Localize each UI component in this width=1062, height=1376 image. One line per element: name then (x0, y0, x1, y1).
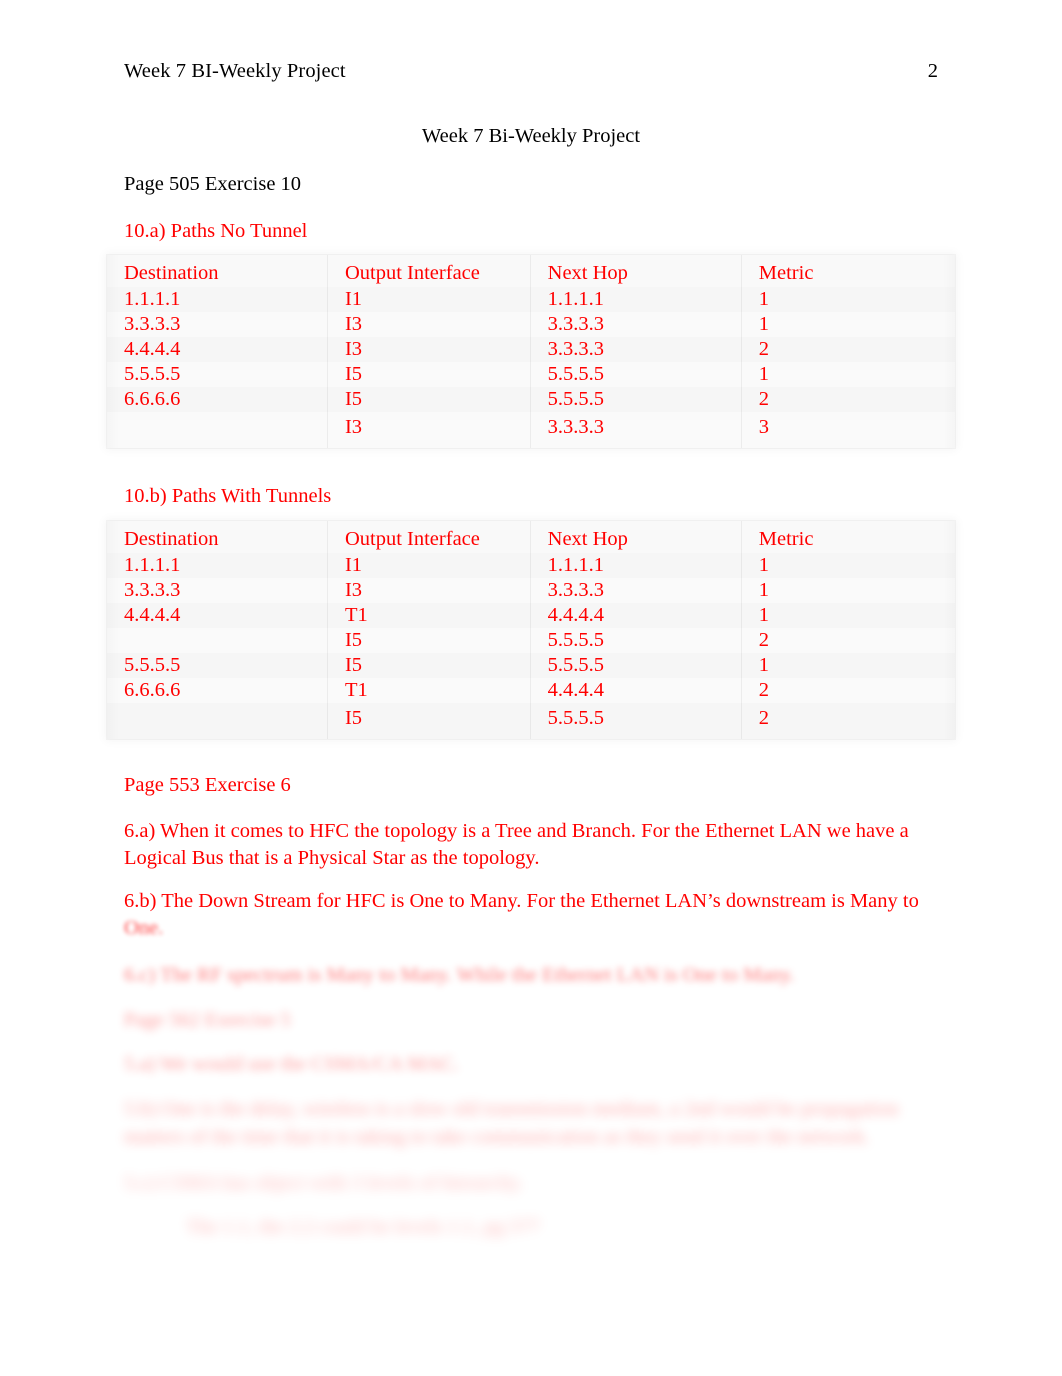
cell-destination (107, 703, 328, 739)
table-paths-no-tunnel: Destination Output Interface Next Hop Me… (107, 255, 955, 448)
table-row: 6.6.6.6 I5 5.5.5.5 2 (107, 387, 955, 412)
cell-next-hop: 5.5.5.5 (530, 703, 742, 739)
cell-next-hop: 3.3.3.3 (530, 337, 742, 362)
cell-next-hop: 1.1.1.1 (530, 287, 742, 312)
cell-next-hop: 1.1.1.1 (530, 553, 742, 578)
table-row: I5 5.5.5.5 2 (107, 628, 955, 653)
table-row: I3 3.3.3.3 3 (107, 412, 955, 448)
obscured-line-1: 6.c) The RF spectrum is Many to Many. Wh… (124, 964, 795, 986)
cell-output-interface: I5 (327, 628, 531, 653)
document-page: Week 7 BI-Weekly Project 2 Week 7 Bi-Wee… (0, 0, 1062, 1376)
cell-destination: 1.1.1.1 (107, 553, 328, 578)
cell-destination: 5.5.5.5 (107, 362, 328, 387)
cell-output-interface: I3 (327, 312, 531, 337)
cell-output-interface: I5 (327, 703, 531, 739)
column-header-metric: Metric (758, 261, 814, 284)
cell-destination: 4.4.4.4 (107, 337, 328, 362)
column-header-metric: Metric (758, 527, 814, 550)
cell-output-interface: I3 (327, 578, 531, 603)
cell-next-hop: 5.5.5.5 (530, 653, 742, 678)
cell-destination: 1.1.1.1 (107, 287, 328, 312)
cell-destination: 4.4.4.4 (107, 603, 328, 628)
document-title: Week 7 Bi-Weekly Project (421, 125, 641, 147)
obscured-line-6: 5.c) CSMA has object with 3 levels of hi… (124, 1172, 524, 1194)
cell-output-interface: I3 (327, 412, 531, 448)
obscured-line-3: 5.a) We would use the CSMA/CA MAC. (124, 1053, 460, 1075)
table-header-row: Destination Output Interface Next Hop Me… (107, 255, 955, 287)
table-a-wrapper: Destination Output Interface Next Hop Me… (107, 255, 955, 448)
cell-next-hop: 3.3.3.3 (530, 412, 742, 448)
obscured-line-2: Page 562 Exercise 5 (124, 1009, 291, 1031)
page-number: 2 (927, 60, 938, 82)
table-row: 1.1.1.1 I1 1.1.1.1 1 (107, 287, 955, 312)
table-b-wrapper: Destination Output Interface Next Hop Me… (107, 521, 955, 739)
cell-output-interface: I3 (327, 337, 531, 362)
cell-output-interface: T1 (327, 678, 531, 703)
cell-metric: 1 (741, 653, 955, 678)
column-header-destination: Destination (107, 255, 328, 287)
column-header-output-interface: Output Interface (327, 521, 531, 553)
table-row: 5.5.5.5 I5 5.5.5.5 1 (107, 362, 955, 387)
heading-10a: 10.a) Paths No Tunnel (124, 220, 308, 242)
cell-metric: 2 (758, 679, 770, 701)
cell-metric: 2 (741, 703, 955, 739)
table-row: 3.3.3.3 I3 3.3.3.3 1 (107, 578, 955, 603)
cell-metric: 1 (741, 553, 955, 578)
heading-exercise-505: Page 505 Exercise 10 (124, 173, 302, 195)
cell-output-interface: I5 (327, 387, 531, 412)
cell-destination: 6.6.6.6 (107, 678, 328, 703)
cell-output-interface: I1 (327, 553, 531, 578)
column-header-destination: Destination (107, 521, 328, 553)
running-header: Week 7 BI-Weekly Project 2 (124, 59, 938, 84)
cell-metric: 1 (758, 579, 770, 601)
cell-next-hop: 4.4.4.4 (530, 678, 742, 703)
table-row: 3.3.3.3 I3 3.3.3.3 1 (107, 312, 955, 337)
obscured-line-5: matters of the time that it is taking to… (124, 1126, 870, 1148)
cell-output-interface: I1 (327, 287, 531, 312)
cell-next-hop: 5.5.5.5 (530, 387, 742, 412)
answer-6a: 6.a) When it comes to HFC the topology i… (124, 820, 909, 869)
cell-next-hop: 5.5.5.5 (530, 628, 742, 653)
cell-output-interface: I5 (327, 653, 531, 678)
column-header-output-interface: Output Interface (327, 255, 531, 287)
cell-metric: 2 (758, 629, 770, 651)
cell-metric: 2 (741, 387, 955, 412)
header-title: Week 7 BI-Weekly Project (124, 60, 346, 82)
cell-output-interface: T1 (327, 603, 531, 628)
cell-next-hop: 5.5.5.5 (530, 362, 742, 387)
table-row: 5.5.5.5 I5 5.5.5.5 1 (107, 653, 955, 678)
obscured-line-7: The 1.1, the 2.2 could be levels 1.1, pg… (186, 1216, 541, 1238)
column-header-next-hop: Next Hop (530, 255, 742, 287)
cell-destination (107, 412, 328, 448)
table-header-row: Destination Output Interface Next Hop Me… (107, 521, 955, 553)
cell-next-hop: 3.3.3.3 (530, 578, 742, 603)
heading-exercise-553: Page 553 Exercise 6 (124, 774, 291, 796)
cell-next-hop: 3.3.3.3 (530, 312, 742, 337)
obscured-line-4: 5.b) One is the delay, wireless is a slo… (124, 1098, 899, 1120)
table-paths-with-tunnels: Destination Output Interface Next Hop Me… (107, 521, 955, 739)
cell-destination (107, 628, 328, 653)
cell-metric: 2 (741, 337, 955, 362)
cell-destination: 3.3.3.3 (107, 312, 328, 337)
table-row: 4.4.4.4 I3 3.3.3.3 2 (107, 337, 955, 362)
answer-6b: 6.b) The Down Stream for HFC is One to M… (124, 890, 919, 912)
cell-metric: 1 (758, 363, 770, 385)
table-row: 4.4.4.4 T1 4.4.4.4 1 (107, 603, 955, 628)
heading-10b: 10.b) Paths With Tunnels (124, 485, 332, 507)
cell-metric: 1 (741, 603, 955, 628)
cell-next-hop: 4.4.4.4 (530, 603, 742, 628)
cell-metric: 1 (741, 287, 955, 312)
answer-6b-continuation: One. (124, 917, 164, 939)
cell-metric: 3 (758, 415, 770, 438)
table-row: 1.1.1.1 I1 1.1.1.1 1 (107, 553, 955, 578)
cell-destination: 3.3.3.3 (107, 578, 328, 603)
cell-output-interface: I5 (327, 362, 531, 387)
cell-metric: 1 (758, 313, 770, 335)
column-header-next-hop: Next Hop (530, 521, 742, 553)
cell-destination: 6.6.6.6 (107, 387, 328, 412)
cell-destination: 5.5.5.5 (107, 653, 328, 678)
table-row: I5 5.5.5.5 2 (107, 703, 955, 739)
table-row: 6.6.6.6 T1 4.4.4.4 2 (107, 678, 955, 703)
